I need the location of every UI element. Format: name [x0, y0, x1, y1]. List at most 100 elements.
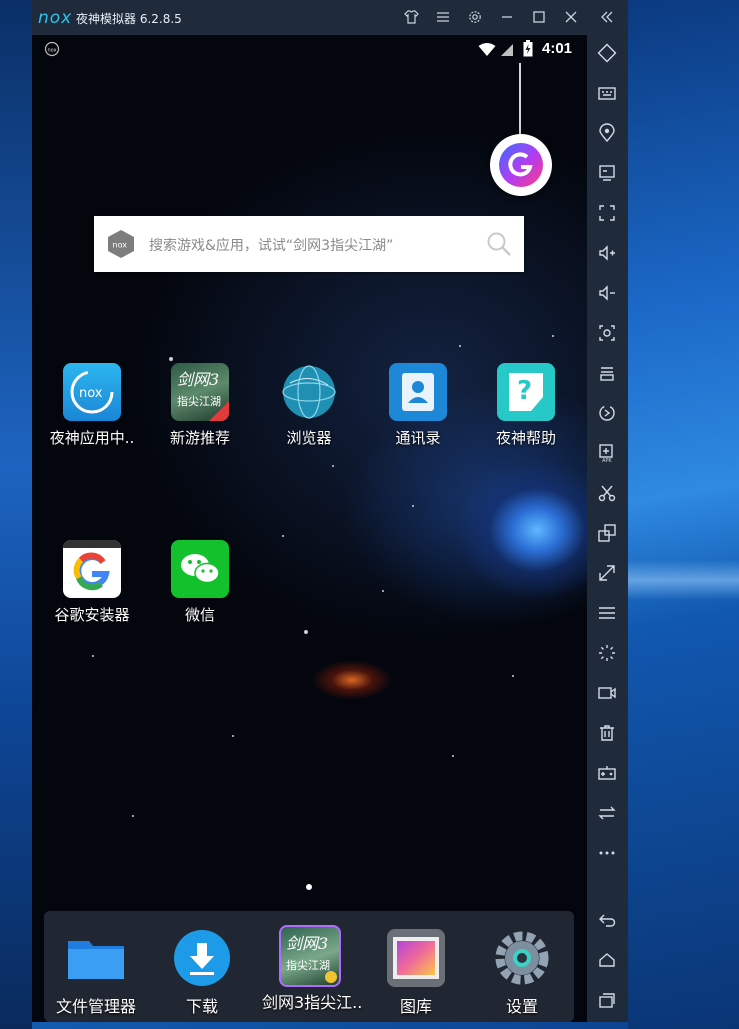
app-label: 设置	[505, 997, 538, 1016]
jianwang3-game-icon: 剑网3 指尖江湖	[171, 363, 229, 421]
app-contacts[interactable]: 通讯录	[370, 363, 466, 448]
app-browser[interactable]: 浏览器	[261, 363, 357, 448]
folder-icon	[67, 929, 125, 987]
search-placeholder: 搜索游戏&应用，试试“剑网3指尖江湖”	[149, 238, 394, 254]
app-label: 图库	[399, 997, 432, 1016]
app-nox-help[interactable]: ? 夜神帮助	[478, 363, 574, 448]
sync-icon[interactable]	[595, 801, 619, 825]
app-label: 新游推荐	[169, 429, 230, 447]
star	[232, 735, 234, 737]
multi-instance-icon[interactable]	[595, 361, 619, 385]
fullscreen-icon[interactable]	[595, 201, 619, 225]
skin-shirt-icon[interactable]	[402, 8, 420, 26]
minimize-icon[interactable]	[498, 8, 516, 26]
star	[452, 755, 454, 757]
star	[512, 675, 514, 677]
resize-icon[interactable]	[595, 561, 619, 585]
window-title: 夜神模拟器 6.2.8.5	[76, 12, 182, 26]
svg-text:?: ?	[517, 376, 532, 406]
screen-record-icon[interactable]	[595, 161, 619, 185]
location-icon[interactable]	[595, 121, 619, 145]
dock-file-manager[interactable]: 文件管理器	[48, 929, 144, 1017]
google-installer-icon	[63, 540, 121, 598]
signal-icon	[500, 42, 514, 61]
screenshot-icon[interactable]	[595, 321, 619, 345]
video-icon[interactable]	[595, 681, 619, 705]
wifi-icon	[478, 42, 496, 61]
download-icon	[173, 929, 231, 987]
app-label: 夜神帮助	[495, 429, 556, 447]
status-bar: nox 4:01	[32, 35, 587, 63]
shake-icon[interactable]	[595, 401, 619, 425]
home-icon[interactable]	[595, 948, 619, 972]
collapse-sidebar-icon[interactable]	[598, 8, 616, 26]
settings-gear-icon	[493, 929, 551, 987]
star	[459, 345, 461, 347]
dock-gallery[interactable]: 图库	[368, 929, 464, 1017]
star	[169, 357, 173, 361]
app-label: 微信	[184, 606, 215, 624]
google-widget-stem	[519, 63, 521, 134]
star	[282, 535, 284, 537]
nox-help-icon: ?	[497, 363, 555, 421]
maximize-icon[interactable]	[530, 8, 548, 26]
more-icon[interactable]	[595, 841, 619, 865]
title-bar: nox 夜神模拟器 6.2.8.5	[32, 0, 628, 35]
app-label: 浏览器	[286, 429, 332, 447]
clock-time: 4:01	[542, 40, 573, 57]
app-nox-center[interactable]: nox 夜神应用中..	[44, 363, 140, 448]
app-label: 通讯录	[395, 429, 441, 447]
app-label: 谷歌安装器	[54, 606, 130, 624]
add-apk-icon[interactable]: APK	[595, 441, 619, 465]
android-home-screen: nox 4:01 nox 搜索游戏&应用，试试“剑网3指尖江湖” nox 夜神应…	[32, 35, 587, 1022]
settings-icon[interactable]	[466, 8, 484, 26]
app-label: 剑网3指尖江..	[262, 993, 363, 1012]
svg-text:指尖江湖: 指尖江湖	[177, 394, 221, 408]
app-label: 夜神应用中..	[49, 429, 135, 447]
gallery-icon	[387, 929, 445, 987]
app-label: 下载	[185, 997, 218, 1016]
recent-apps-icon[interactable]	[595, 988, 619, 1012]
star	[132, 815, 134, 817]
dock-settings[interactable]: 设置	[474, 929, 570, 1017]
close-icon[interactable]	[562, 8, 580, 26]
google-assistant-button[interactable]	[490, 134, 552, 196]
scissors-icon[interactable]	[595, 481, 619, 505]
loading-icon[interactable]	[595, 641, 619, 665]
app-search-bar[interactable]: nox 搜索游戏&应用，试试“剑网3指尖江湖”	[94, 216, 524, 272]
volume-up-icon[interactable]	[595, 241, 619, 265]
emulator-window: nox 夜神模拟器 6.2.8.5 nox 4:01 nox 搜索游戏&应用，试…	[32, 0, 628, 1022]
menu-icon[interactable]	[434, 8, 452, 26]
svg-text:指尖江湖: 指尖江湖	[286, 958, 330, 972]
rotate-icon[interactable]	[595, 41, 619, 65]
app-wechat[interactable]: 微信	[152, 540, 248, 625]
nox-app-center-icon: nox	[63, 363, 121, 421]
svg-text:APK: APK	[602, 458, 612, 463]
search-icon[interactable]	[486, 231, 512, 261]
app-new-games[interactable]: 剑网3 指尖江湖 新游推荐	[152, 363, 248, 448]
dock-download[interactable]: 下载	[154, 929, 250, 1017]
wechat-icon	[171, 540, 229, 598]
svg-text:nox: nox	[48, 48, 57, 54]
nox-logo: nox	[38, 8, 73, 28]
menu-icon[interactable]	[595, 601, 619, 625]
gamepad-icon[interactable]	[595, 761, 619, 785]
multi-window-icon[interactable]	[595, 521, 619, 545]
jianwang3-game-icon: 剑网3 指尖江湖	[279, 925, 341, 987]
browser-globe-icon	[280, 363, 338, 421]
star	[304, 630, 308, 634]
dock: 文件管理器 下载 剑网3 指尖江湖 剑网3指尖江.. 图库 设置	[44, 911, 574, 1022]
volume-down-icon[interactable]	[595, 281, 619, 305]
trash-icon[interactable]	[595, 721, 619, 745]
star	[382, 590, 384, 592]
back-icon[interactable]	[595, 908, 619, 932]
dock-jianwang3[interactable]: 剑网3 指尖江湖 剑网3指尖江..	[262, 925, 363, 1013]
emulator-toolbar: APK	[587, 35, 628, 1022]
app-google-installer[interactable]: 谷歌安装器	[44, 540, 140, 625]
star	[552, 335, 554, 337]
star	[412, 505, 414, 507]
keyboard-icon[interactable]	[595, 81, 619, 105]
battery-icon	[523, 40, 533, 61]
google-g-icon	[499, 143, 543, 187]
svg-text:剑网3: 剑网3	[286, 934, 328, 953]
